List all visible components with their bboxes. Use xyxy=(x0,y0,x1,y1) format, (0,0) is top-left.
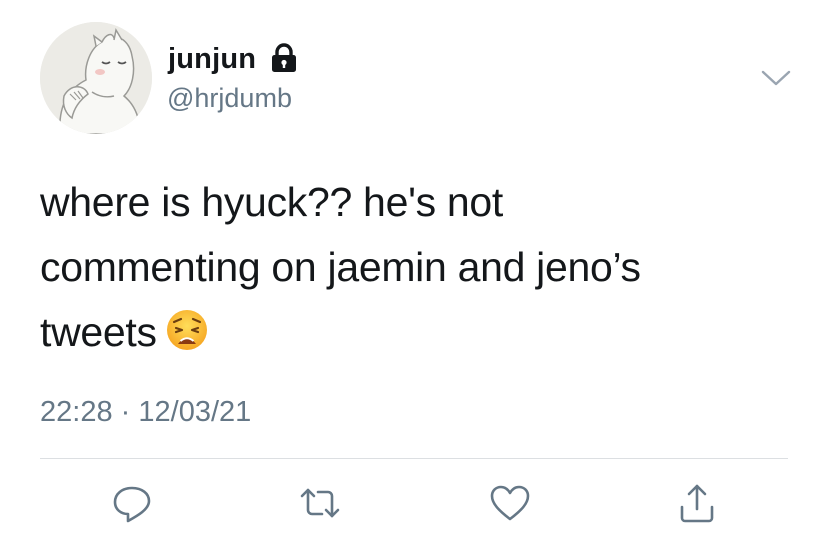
tweet-date: 12/03/21 xyxy=(138,396,252,428)
share-button[interactable] xyxy=(675,481,719,525)
reply-button[interactable] xyxy=(110,481,154,525)
tweet-time: 22:28 xyxy=(40,396,113,428)
tweet-text-fragment: tweets xyxy=(40,309,157,355)
divider xyxy=(40,458,788,459)
tweet-timestamp[interactable]: 22:28 · 12/03/21 xyxy=(40,394,251,430)
tweet-text-line: where is hyuck?? he's not xyxy=(40,179,503,225)
display-name[interactable]: junjun xyxy=(168,42,256,76)
retweet-button[interactable] xyxy=(298,481,342,525)
reply-icon xyxy=(113,486,151,523)
share-icon xyxy=(680,484,714,523)
chevron-down-icon[interactable] xyxy=(757,64,795,92)
tweet-text-line: commenting on jaemin and jeno’s xyxy=(40,244,641,290)
timestamp-separator: · xyxy=(120,396,131,428)
tweet-text-line-last: tweets xyxy=(40,300,780,365)
like-button[interactable] xyxy=(488,481,532,525)
avatar[interactable] xyxy=(40,22,152,134)
retweet-icon xyxy=(300,488,340,518)
tweet-text: where is hyuck?? he's not commenting on … xyxy=(40,170,780,365)
heart-icon xyxy=(490,485,530,521)
user-handle[interactable]: @hrjdumb xyxy=(167,82,292,114)
lock-icon xyxy=(272,43,296,72)
tweet-card: junjun @hrjdumb where is hyuck?? he's no… xyxy=(0,0,828,547)
weary-face-emoji-icon xyxy=(166,310,207,350)
